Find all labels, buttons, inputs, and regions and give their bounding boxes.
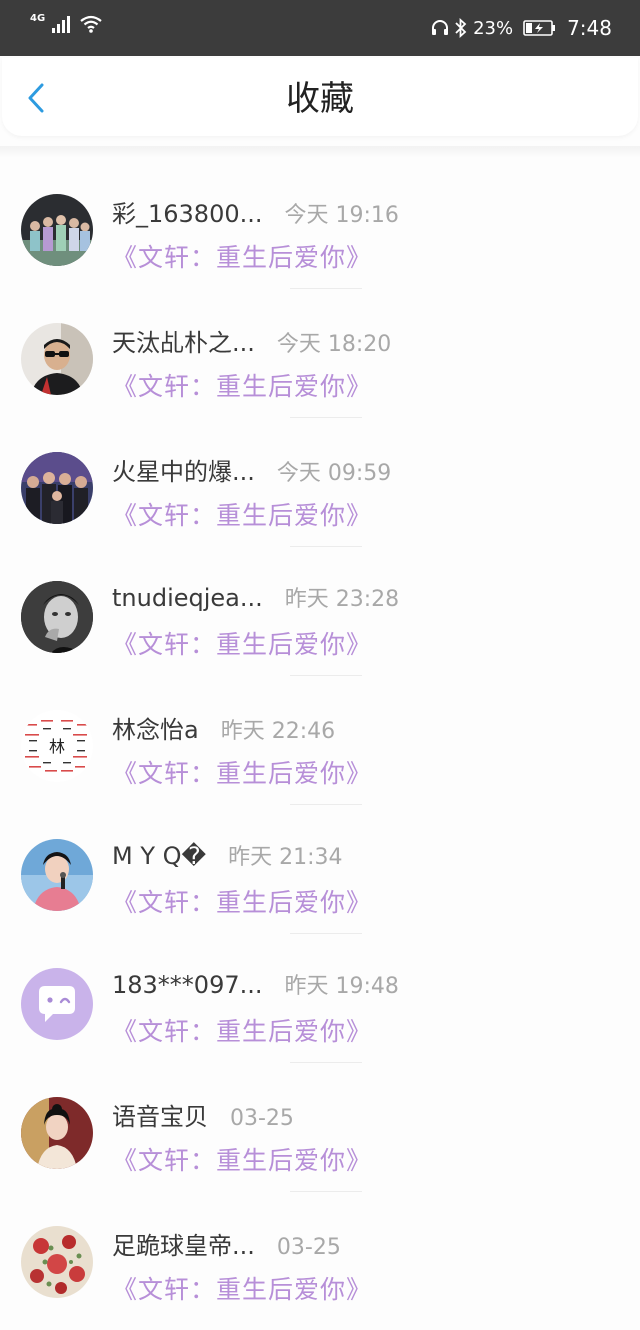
book-title[interactable]: 《文轩：重生后爱你》 <box>112 496 372 532</box>
battery-charging-icon <box>523 20 556 36</box>
book-title[interactable]: 《文轩：重生后爱你》 <box>112 1012 372 1048</box>
list-item[interactable]: M Y Q� 昨天 21:34 《文轩：重生后爱你》 <box>0 805 640 934</box>
book-title[interactable]: 《文轩：重生后爱你》 <box>112 625 372 661</box>
name-line: 火星中的爆... 今天 09:59 <box>112 452 391 487</box>
book-title[interactable]: 《文轩：重生后爱你》 <box>112 1270 372 1306</box>
book-title[interactable]: 《文轩：重生后爱你》 <box>112 367 372 403</box>
book-title[interactable]: 《文轩：重生后爱你》 <box>112 1141 372 1177</box>
timestamp: 今天 09:59 <box>276 461 392 486</box>
timestamp: 昨天 21:34 <box>228 845 343 870</box>
group-photo-avatar[interactable] <box>21 194 93 266</box>
page-title: 收藏 <box>286 79 354 119</box>
timestamp: 昨天 23:28 <box>284 587 400 612</box>
book-title[interactable]: 《文轩：重生后爱你》 <box>112 754 372 790</box>
timestamp: 03-25 <box>276 1235 341 1260</box>
headphones-icon <box>432 20 449 35</box>
man-sunglasses-avatar[interactable] <box>21 323 93 395</box>
avatar-initial: 林 <box>49 737 65 756</box>
timestamp: 昨天 19:48 <box>284 974 399 999</box>
default-chat-avatar[interactable] <box>21 968 93 1040</box>
user-name: 彩_163800... <box>112 200 263 228</box>
status-left: 4G <box>30 12 103 34</box>
name-line: 林念怡a 昨天 22:46 <box>112 710 335 745</box>
list-item[interactable]: 语音宝贝 03-25 《文轩：重生后爱你》 <box>0 1063 640 1192</box>
nav-bar: 收藏 <box>2 58 638 136</box>
name-line: 语音宝贝 03-25 <box>112 1097 294 1132</box>
timestamp: 今天 18:20 <box>276 332 392 357</box>
band-group-avatar[interactable] <box>21 452 93 524</box>
user-name: 足跪球皇帝... <box>112 1232 255 1260</box>
timestamp: 03-25 <box>230 1106 294 1131</box>
user-name: M Y Q� <box>112 842 207 870</box>
name-line: 足跪球皇帝... 03-25 <box>112 1226 341 1261</box>
list-item[interactable]: 183***097... 昨天 19:48 《文轩：重生后爱你》 <box>0 934 640 1063</box>
list-item[interactable]: 林 林念怡a 昨天 22:46 《文轩：重生后爱你》 <box>0 676 640 805</box>
list-item[interactable]: 火星中的爆... 今天 09:59 《文轩：重生后爱你》 <box>0 418 640 547</box>
user-name: 林念怡a <box>112 716 199 744</box>
name-line: 彩_163800... 今天 19:16 <box>112 194 399 229</box>
timestamp: 今天 19:16 <box>284 203 399 228</box>
user-name: tnudieqjea... <box>112 584 263 612</box>
timestamp: 昨天 22:46 <box>220 719 336 744</box>
network-type: 4G <box>30 12 46 24</box>
list-top-divider <box>0 146 640 158</box>
name-line: 天汰乩朴之... 今天 18:20 <box>112 323 391 358</box>
user-name: 天汰乩朴之... <box>112 329 255 357</box>
text-pattern-avatar[interactable]: 林 <box>21 710 93 782</box>
wifi-icon <box>80 15 102 33</box>
name-line: 183***097... 昨天 19:48 <box>112 968 399 1000</box>
battery-percent: 23% <box>473 17 514 39</box>
list-item[interactable]: 足跪球皇帝... 03-25 《文轩：重生后爱你》 <box>0 1192 640 1321</box>
list-item[interactable]: 彩_163800... 今天 19:16 《文轩：重生后爱你》 <box>0 160 640 289</box>
list-item[interactable]: 天汰乩朴之... 今天 18:20 《文轩：重生后爱你》 <box>0 289 640 418</box>
costume-portrait-avatar[interactable] <box>21 1097 93 1169</box>
user-name: 183***097... <box>112 971 263 999</box>
bluetooth-icon <box>455 18 467 38</box>
flowers-avatar[interactable] <box>21 1226 93 1298</box>
name-line: M Y Q� 昨天 21:34 <box>112 839 343 871</box>
signal-bars-icon <box>52 16 71 33</box>
name-line: tnudieqjea... 昨天 23:28 <box>112 581 399 613</box>
user-name: 语音宝贝 <box>112 1103 208 1131</box>
book-title[interactable]: 《文轩：重生后爱你》 <box>112 238 372 274</box>
favorites-list: 彩_163800... 今天 19:16 《文轩：重生后爱你》 天汰乩朴之...… <box>0 160 640 1321</box>
status-bar: 4G 23% 7:48 <box>0 0 640 56</box>
list-item[interactable]: tnudieqjea... 昨天 23:28 《文轩：重生后爱你》 <box>0 547 640 676</box>
book-title[interactable]: 《文轩：重生后爱你》 <box>112 883 372 919</box>
singer-avatar[interactable] <box>21 839 93 911</box>
user-name: 火星中的爆... <box>112 458 255 486</box>
clock: 7:48 <box>567 16 612 40</box>
bw-portrait-avatar[interactable] <box>21 581 93 653</box>
status-right: 23% 7:48 <box>431 0 612 56</box>
